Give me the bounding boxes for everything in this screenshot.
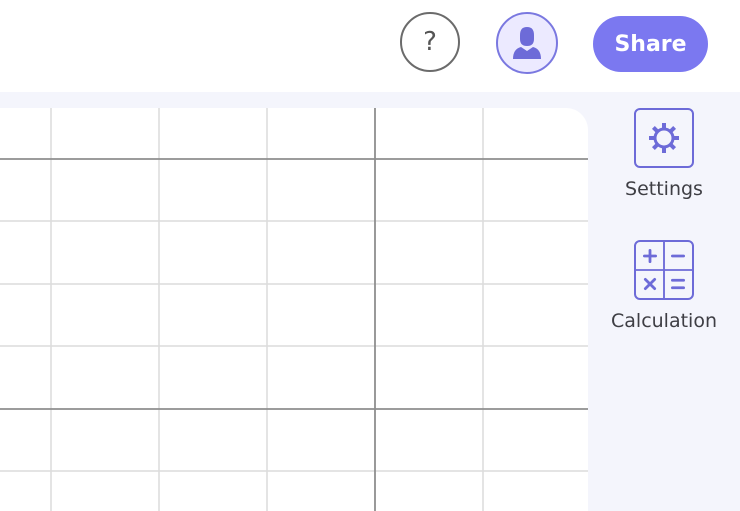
question-mark-icon: ? — [423, 27, 437, 57]
settings-label: Settings — [625, 178, 703, 200]
settings-tool[interactable]: Settings — [599, 108, 729, 200]
share-button[interactable]: Share — [593, 16, 708, 72]
graph-canvas[interactable] — [0, 108, 588, 511]
calculation-tool[interactable]: Calculation — [599, 240, 729, 332]
calculation-label: Calculation — [611, 310, 717, 332]
calculator-icon — [636, 242, 692, 298]
gear-icon — [649, 123, 679, 153]
settings-icon-box — [634, 108, 694, 168]
calculation-icon-box — [634, 240, 694, 300]
user-icon — [513, 27, 541, 59]
help-button[interactable]: ? — [400, 12, 460, 72]
graph-grid — [0, 108, 588, 511]
top-bar: ? Share — [0, 0, 740, 92]
account-button[interactable] — [496, 12, 558, 74]
